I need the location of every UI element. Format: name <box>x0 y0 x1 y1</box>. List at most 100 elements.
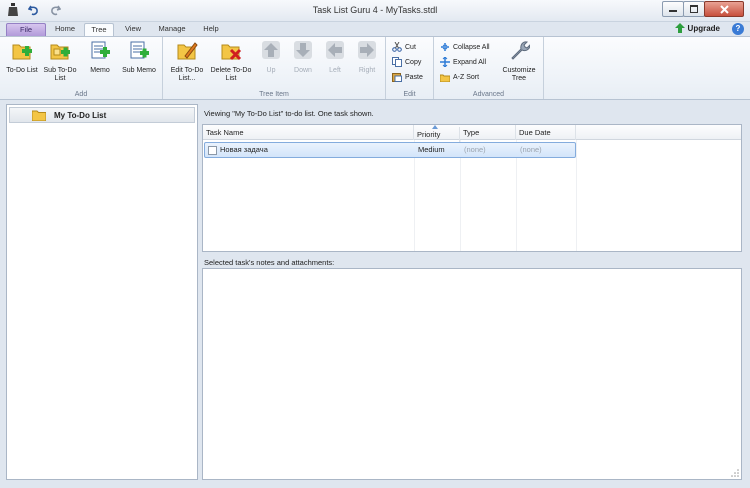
task-type-cell: (none) <box>464 145 486 154</box>
cut-button[interactable]: Cut <box>392 41 416 53</box>
task-checkbox[interactable] <box>208 146 217 155</box>
close-button[interactable] <box>704 1 744 17</box>
group-add-label: Add <box>74 91 88 98</box>
scissors-icon <box>392 42 402 52</box>
edit-folder-icon <box>177 42 198 60</box>
arrow-right-icon <box>358 41 376 59</box>
expand-all-button[interactable]: Expand All <box>440 56 486 68</box>
move-up-label: Up <box>266 67 276 74</box>
close-icon <box>719 4 729 14</box>
tree-item-my-todo-list[interactable]: My To-Do List <box>9 107 195 123</box>
delete-todo-list-label: Delete To-Do List <box>210 67 252 82</box>
todo-list-add-icon <box>12 44 32 60</box>
notes-label: Selected task's notes and attachments: <box>204 258 335 267</box>
task-list-header: Task Name Priority Type Due Date <box>203 125 741 142</box>
group-add: To-Do List Sub To-Do List Memo Sub Memo … <box>0 37 163 99</box>
group-advanced: Collapse All Expand All A-Z Sort Customi… <box>434 37 544 99</box>
tab-home[interactable]: Home <box>50 23 80 36</box>
upgrade-arrow-icon <box>674 23 685 33</box>
window-title: Task List Guru 4 - MyTasks.stdl <box>312 5 438 15</box>
add-memo-label: Memo <box>90 67 110 74</box>
task-priority-cell: Medium <box>418 145 445 154</box>
minimize-button[interactable] <box>662 1 684 17</box>
group-advanced-label: Advanced <box>472 91 505 98</box>
copy-button[interactable]: Copy <box>392 56 421 68</box>
copy-label: Copy <box>405 58 422 66</box>
az-sort-label: A-Z Sort <box>453 73 480 81</box>
collapse-all-button[interactable]: Collapse All <box>440 41 490 53</box>
column-divider <box>576 140 577 251</box>
tab-tree[interactable]: Tree <box>84 23 114 36</box>
customize-tree-button[interactable]: Customize Tree <box>498 39 540 83</box>
tab-file[interactable]: File <box>6 23 46 36</box>
add-sub-todo-list-label: Sub To-Do List <box>43 67 77 82</box>
sub-todo-list-add-icon <box>50 44 70 60</box>
column-priority[interactable]: Priority <box>414 127 460 142</box>
tree-item-label: My To-Do List <box>54 110 107 120</box>
tab-manage[interactable]: Manage <box>152 23 192 36</box>
task-due-cell: (none) <box>520 145 542 154</box>
move-right-label: Right <box>358 67 376 74</box>
delete-todo-list-button[interactable]: Delete To-Do List <box>209 39 253 83</box>
edit-todo-list-button[interactable]: Edit To-Do List... <box>165 39 209 83</box>
paste-label: Paste <box>405 73 423 81</box>
group-tree-item: Edit To-Do List... Delete To-Do List Up … <box>163 37 386 99</box>
resize-grip-icon[interactable] <box>731 469 739 477</box>
add-sub-memo-label: Sub Memo <box>122 67 156 74</box>
memo-add-icon <box>91 41 110 59</box>
ribbon-tabs: File Home Tree View Manage Help Upgrade … <box>0 22 750 36</box>
expand-icon <box>440 57 450 67</box>
group-tree-item-label: Tree Item <box>259 91 289 98</box>
upgrade-button[interactable]: Upgrade <box>674 23 720 33</box>
notes-area[interactable] <box>202 268 742 480</box>
add-sub-todo-list-button[interactable]: Sub To-Do List <box>40 39 80 83</box>
paste-button[interactable]: Paste <box>392 71 423 83</box>
move-up-button[interactable]: Up <box>255 39 287 75</box>
column-task-name[interactable]: Task Name <box>203 125 414 140</box>
cut-label: Cut <box>405 43 416 51</box>
az-sort-button[interactable]: A-Z Sort <box>440 71 479 83</box>
collapse-icon <box>441 43 449 51</box>
window-controls <box>662 1 744 17</box>
arrow-down-icon <box>294 41 312 59</box>
sort-ascending-icon <box>432 125 438 129</box>
customize-tree-label: Customize Tree <box>502 67 536 82</box>
help-icon[interactable]: ? <box>732 23 744 35</box>
upgrade-label: Upgrade <box>687 23 720 33</box>
move-left-label: Left <box>329 67 341 74</box>
folder-icon <box>32 110 46 121</box>
add-memo-button[interactable]: Memo <box>80 39 120 75</box>
edit-todo-list-label: Edit To-Do List... <box>170 67 204 82</box>
tree-panel[interactable]: My To-Do List <box>6 104 198 480</box>
add-todo-list-button[interactable]: To-Do List <box>2 39 42 75</box>
tab-view[interactable]: View <box>118 23 148 36</box>
move-left-button[interactable]: Left <box>319 39 351 75</box>
arrow-left-icon <box>326 41 344 59</box>
ribbon: To-Do List Sub To-Do List Memo Sub Memo … <box>0 36 750 100</box>
minimize-icon <box>669 10 677 12</box>
collapse-all-label: Collapse All <box>453 43 490 51</box>
add-sub-memo-button[interactable]: Sub Memo <box>117 39 161 75</box>
move-down-label: Down <box>294 67 312 74</box>
move-down-button[interactable]: Down <box>287 39 319 75</box>
wrench-icon <box>511 41 531 60</box>
group-edit-label: Edit <box>403 91 416 98</box>
table-row[interactable]: Новая задача Medium (none) (none) <box>204 142 576 158</box>
task-list[interactable]: Task Name Priority Type Due Date Новая з… <box>202 124 742 252</box>
group-edit: Cut Copy Paste Edit <box>386 37 434 99</box>
arrow-up-icon <box>262 41 280 59</box>
sort-folder-icon <box>440 74 450 82</box>
sub-memo-add-icon <box>130 41 149 59</box>
move-right-button[interactable]: Right <box>351 39 383 75</box>
viewing-status: Viewing "My To-Do List" to-do list. One … <box>204 109 374 118</box>
maximize-button[interactable] <box>683 1 705 17</box>
expand-all-label: Expand All <box>453 58 487 66</box>
maximize-icon <box>690 5 698 13</box>
column-type[interactable]: Type <box>460 125 516 140</box>
column-due-date[interactable]: Due Date <box>516 125 576 140</box>
task-name-cell: Новая задача <box>220 145 268 154</box>
paste-icon <box>392 73 402 82</box>
title-bar: Task List Guru 4 - MyTasks.stdl <box>0 0 750 22</box>
delete-folder-icon <box>221 44 242 61</box>
tab-help[interactable]: Help <box>196 23 226 36</box>
